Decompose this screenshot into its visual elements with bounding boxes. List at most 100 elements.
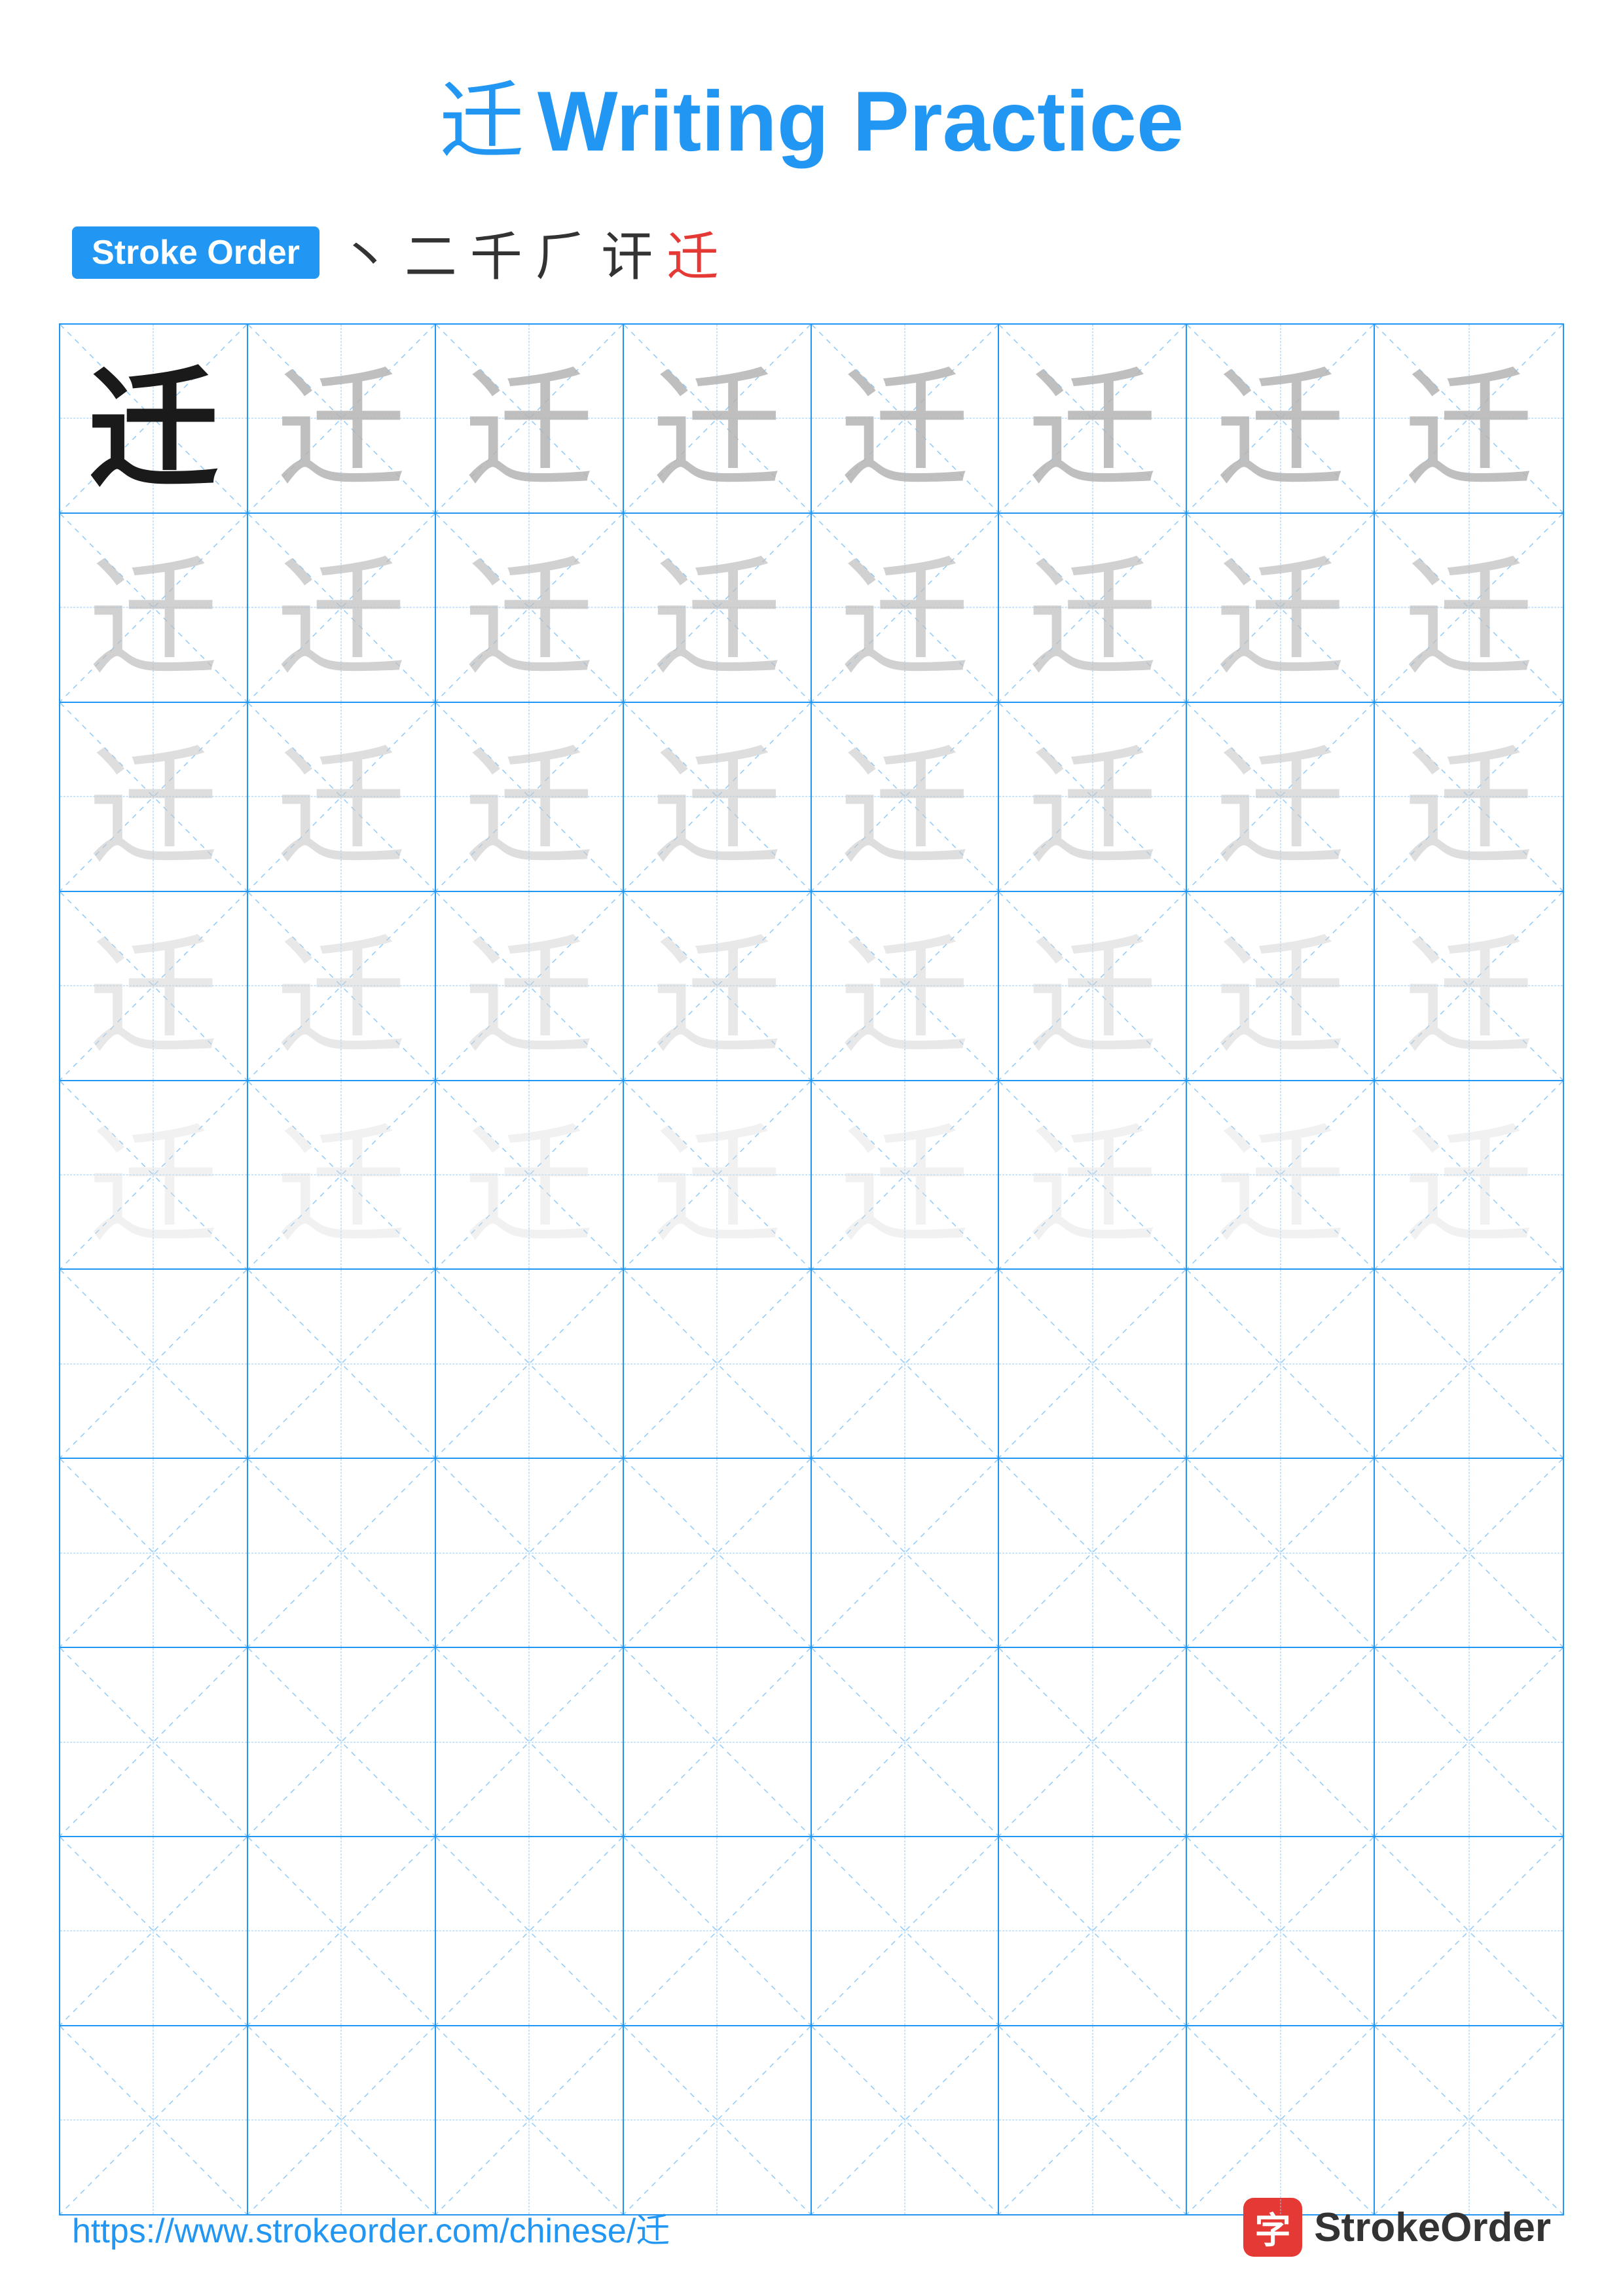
grid-cell[interactable]: 迁 [1375, 703, 1563, 891]
grid-cell[interactable] [436, 1648, 624, 1836]
grid-cell[interactable]: 迁 [624, 1081, 812, 1269]
grid-cell[interactable]: 迁 [1187, 514, 1375, 702]
grid-cell[interactable]: 迁 [812, 514, 1000, 702]
grid-cell[interactable]: 迁 [1375, 325, 1563, 512]
grid-cell[interactable] [1375, 2026, 1563, 2214]
grid-cell[interactable]: 迁 [60, 892, 248, 1080]
grid-cell[interactable]: 迁 [999, 1081, 1187, 1269]
practice-char: 迁 [999, 325, 1186, 512]
grid-cell[interactable] [60, 1648, 248, 1836]
grid-cell[interactable] [248, 1648, 436, 1836]
grid-cell[interactable] [1375, 1459, 1563, 1647]
grid-cell[interactable]: 迁 [812, 703, 1000, 891]
grid-cell[interactable]: 迁 [248, 514, 436, 702]
grid-cell[interactable] [1375, 1837, 1563, 2025]
practice-char: 迁 [60, 892, 247, 1080]
grid-cell[interactable] [248, 1837, 436, 2025]
grid-cell[interactable]: 迁 [624, 703, 812, 891]
grid-cell[interactable]: 迁 [1187, 703, 1375, 891]
grid-cell[interactable] [624, 1837, 812, 2025]
practice-char: 迁 [1187, 325, 1374, 512]
footer-url[interactable]: https://www.strokeorder.com/chinese/迁 [72, 2203, 670, 2252]
grid-cell[interactable]: 迁 [436, 892, 624, 1080]
practice-char: 迁 [436, 892, 623, 1080]
practice-char: 迁 [436, 703, 623, 891]
grid-cell[interactable]: 迁 [60, 514, 248, 702]
grid-cell[interactable]: 迁 [436, 703, 624, 891]
grid-cell[interactable] [1187, 1837, 1375, 2025]
grid-cell[interactable]: 迁 [1375, 1081, 1563, 1269]
grid-cell[interactable]: 迁 [436, 325, 624, 512]
grid-cell[interactable] [999, 1648, 1187, 1836]
grid-cell[interactable]: 迁 [1375, 514, 1563, 702]
title-english-text: Writing Practice [538, 73, 1184, 169]
grid-cell[interactable] [812, 1270, 1000, 1458]
grid-cell[interactable]: 迁 [1187, 892, 1375, 1080]
grid-cell[interactable] [1187, 2026, 1375, 2214]
grid-cell[interactable]: 迁 [812, 892, 1000, 1080]
grid-cell[interactable] [436, 1459, 624, 1647]
grid-cell[interactable]: 迁 [999, 703, 1187, 891]
grid-cell[interactable] [999, 1270, 1187, 1458]
grid-cell[interactable]: 迁 [624, 325, 812, 512]
grid-cell[interactable] [812, 2026, 1000, 2214]
grid-cell[interactable]: 迁 [436, 514, 624, 702]
practice-char: 迁 [999, 892, 1186, 1080]
grid-cell[interactable]: 迁 [248, 325, 436, 512]
practice-char: 迁 [812, 1081, 998, 1269]
grid-cell[interactable] [60, 1270, 248, 1458]
title-chinese-char: 迁 [439, 73, 524, 169]
grid-cell[interactable] [624, 2026, 812, 2214]
grid-cell[interactable] [436, 2026, 624, 2214]
grid-row-5: 迁 迁 迁 迁 迁 迁 迁 迁 [60, 1081, 1563, 1270]
grid-cell[interactable] [812, 1459, 1000, 1647]
grid-cell[interactable] [624, 1648, 812, 1836]
grid-cell[interactable] [60, 1837, 248, 2025]
grid-cell[interactable] [436, 1270, 624, 1458]
grid-cell[interactable]: 迁 [1187, 325, 1375, 512]
grid-cell[interactable]: 迁 [248, 703, 436, 891]
grid-cell[interactable]: 迁 [812, 1081, 1000, 1269]
grid-cell[interactable] [1375, 1648, 1563, 1836]
footer-brand: 字 StrokeOrder [1243, 2198, 1551, 2257]
grid-cell[interactable]: 迁 [999, 325, 1187, 512]
stroke-step-3: 千 [470, 215, 522, 291]
grid-cell[interactable] [999, 2026, 1187, 2214]
practice-char: 迁 [1375, 514, 1563, 702]
grid-cell[interactable]: 迁 [812, 325, 1000, 512]
grid-cell[interactable] [624, 1270, 812, 1458]
practice-char: 迁 [999, 1081, 1186, 1269]
grid-cell[interactable] [436, 1837, 624, 2025]
grid-cell[interactable]: 迁 [248, 892, 436, 1080]
grid-cell[interactable]: 迁 [999, 514, 1187, 702]
grid-cell[interactable] [1375, 1270, 1563, 1458]
grid-cell[interactable]: 迁 [248, 1081, 436, 1269]
grid-row-7 [60, 1459, 1563, 1648]
stroke-step-2: 二 [405, 215, 457, 291]
grid-cell[interactable] [248, 2026, 436, 2214]
grid-cell[interactable] [60, 2026, 248, 2214]
grid-cell[interactable]: 迁 [436, 1081, 624, 1269]
grid-cell[interactable] [1187, 1459, 1375, 1647]
grid-cell[interactable]: 迁 [60, 325, 248, 512]
grid-cell[interactable]: 迁 [999, 892, 1187, 1080]
grid-row-1: 迁 迁 迁 迁 迁 迁 迁 迁 [60, 325, 1563, 514]
grid-cell[interactable] [999, 1837, 1187, 2025]
grid-cell[interactable]: 迁 [624, 892, 812, 1080]
grid-cell[interactable] [60, 1459, 248, 1647]
grid-cell[interactable] [1187, 1648, 1375, 1836]
grid-cell[interactable] [624, 1459, 812, 1647]
grid-cell[interactable] [812, 1837, 1000, 2025]
grid-cell[interactable] [248, 1270, 436, 1458]
grid-cell[interactable]: 迁 [1187, 1081, 1375, 1269]
stroke-step-4: ⺁ [536, 215, 588, 291]
grid-cell[interactable]: 迁 [1375, 892, 1563, 1080]
grid-cell[interactable]: 迁 [60, 703, 248, 891]
grid-row-9 [60, 1837, 1563, 2026]
grid-cell[interactable] [1187, 1270, 1375, 1458]
grid-cell[interactable] [248, 1459, 436, 1647]
grid-cell[interactable] [999, 1459, 1187, 1647]
grid-cell[interactable] [812, 1648, 1000, 1836]
grid-cell[interactable]: 迁 [624, 514, 812, 702]
grid-cell[interactable]: 迁 [60, 1081, 248, 1269]
